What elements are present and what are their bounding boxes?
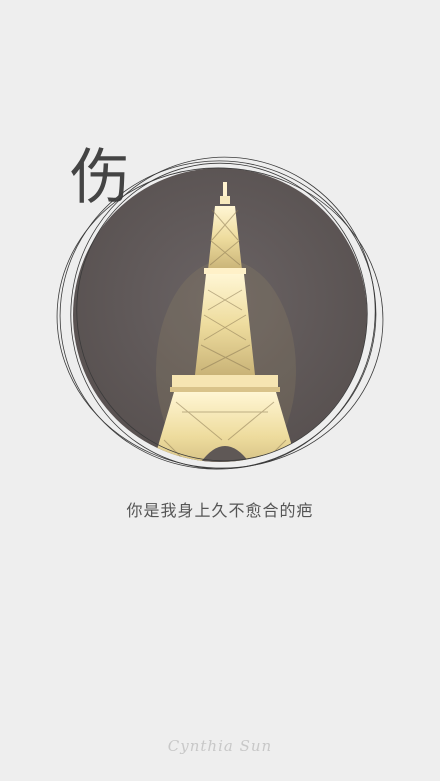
eiffel-tower-circle-image bbox=[56, 156, 384, 470]
poem-line: 你是我身上久不愈合的疤 bbox=[126, 501, 314, 520]
signature: Cynthia Sun bbox=[167, 737, 273, 755]
